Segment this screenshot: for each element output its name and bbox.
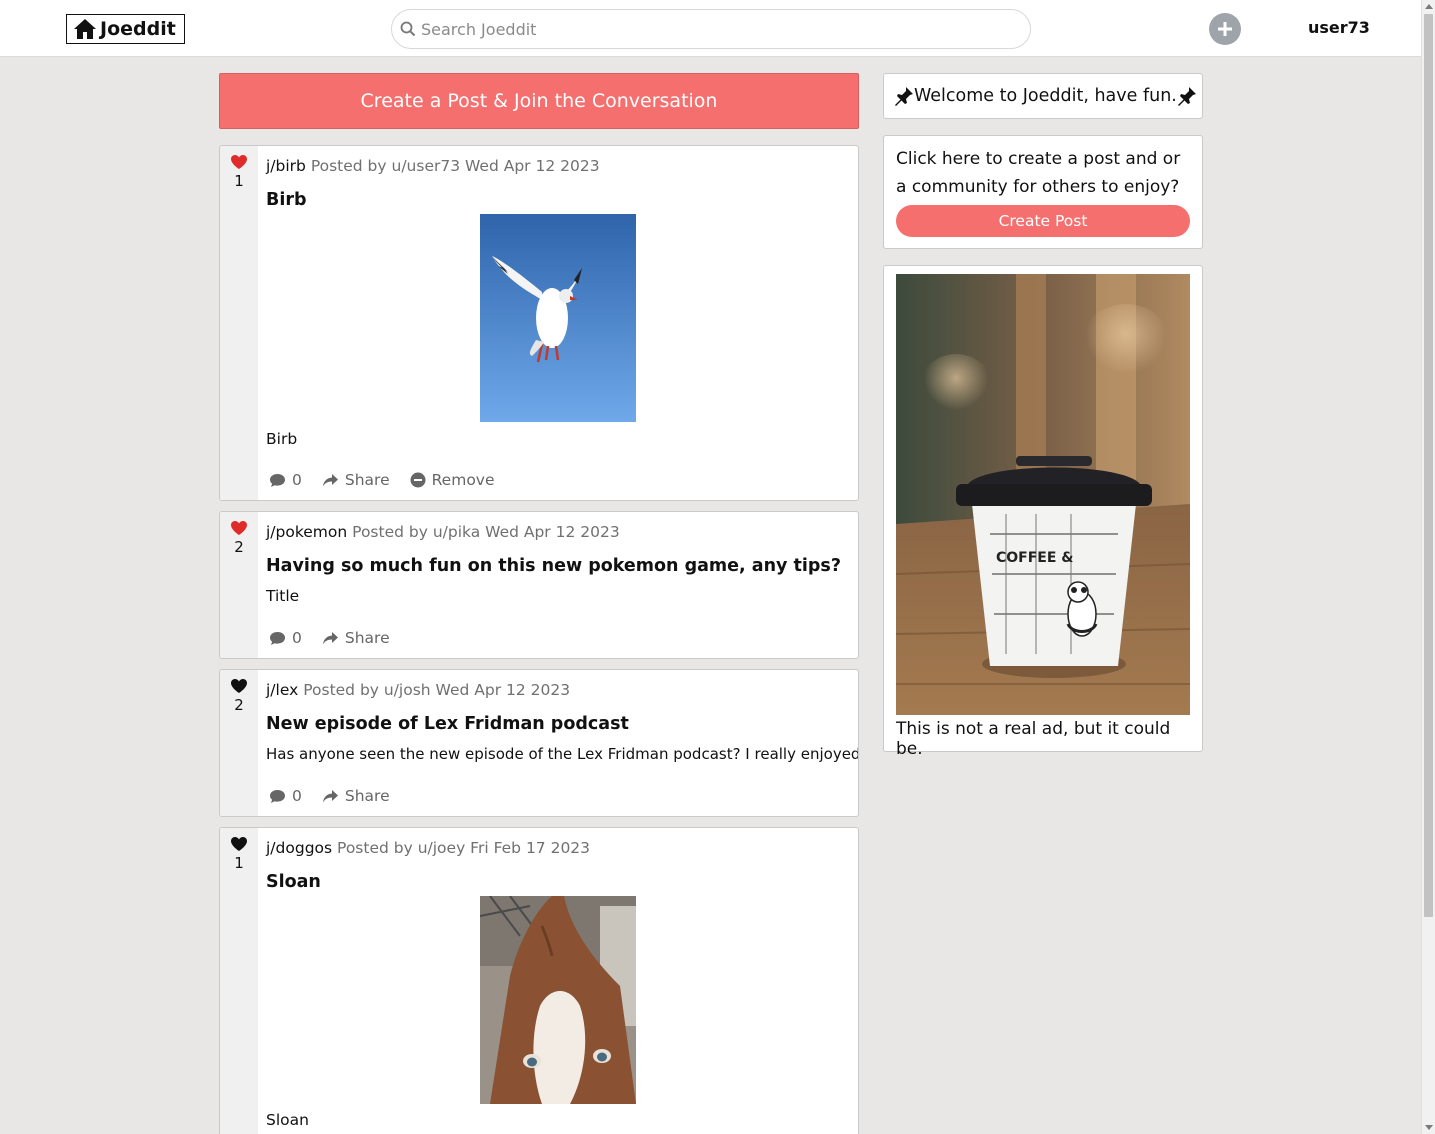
share-button[interactable]: Share <box>322 787 390 805</box>
search-icon <box>400 21 416 37</box>
heart-icon[interactable] <box>230 836 248 852</box>
vote-column: 2 <box>220 670 258 816</box>
comment-icon <box>270 473 285 487</box>
community-link[interactable]: j/birb <box>266 157 306 175</box>
vote-count: 1 <box>234 854 244 872</box>
share-label: Share <box>344 471 390 489</box>
post-meta: j/doggos Posted by u/joey Fri Feb 17 202… <box>266 839 590 857</box>
welcome-text: Welcome to Joeddit, have fun. <box>914 86 1177 106</box>
post-image-dog[interactable] <box>480 896 636 1104</box>
plus-icon <box>1218 22 1232 36</box>
remove-label: Remove <box>431 471 495 489</box>
search-input[interactable] <box>421 19 1011 39</box>
heart-icon[interactable] <box>230 154 248 170</box>
share-icon <box>322 631 338 644</box>
post-card: 2 j/pokemon Posted by u/pika Wed Apr 12 … <box>219 511 859 659</box>
vote-column: 1 <box>220 146 258 500</box>
share-icon <box>322 789 338 802</box>
posted-by: Posted by u/josh Wed Apr 12 2023 <box>303 681 571 699</box>
home-icon <box>74 19 96 39</box>
community-link[interactable]: j/pokemon <box>266 523 347 541</box>
ad-cup-text: COFFEE & <box>996 550 1074 566</box>
post-card: 1 j/doggos Posted by u/joey Fri Feb 17 2… <box>219 827 859 1134</box>
home-logo-link[interactable]: Joeddit <box>66 14 185 44</box>
vote-count: 2 <box>234 696 244 714</box>
ad-image-coffee[interactable]: COFFEE & <box>896 274 1190 715</box>
user-menu[interactable]: user73 <box>1308 18 1370 37</box>
post-card: 1 j/birb Posted by u/user73 Wed Apr 12 2… <box>219 145 859 501</box>
post-title[interactable]: Birb <box>266 190 307 210</box>
post-meta: j/pokemon Posted by u/pika Wed Apr 12 20… <box>266 523 620 541</box>
pin-icon <box>1177 87 1196 106</box>
heart-icon[interactable] <box>230 678 248 694</box>
post-title[interactable]: New episode of Lex Fridman podcast <box>266 714 629 734</box>
scroll-up-arrow-icon[interactable] <box>1425 4 1433 9</box>
ad-caption: This is not a real ad, but it could be. <box>896 719 1171 759</box>
create-post-box: Click here to create a post and or a com… <box>883 135 1203 249</box>
comments-button[interactable]: 0 <box>269 471 302 489</box>
heart-icon[interactable] <box>230 520 248 536</box>
comment-icon <box>270 789 285 803</box>
comment-count: 0 <box>292 629 302 647</box>
comment-count: 0 <box>292 471 302 489</box>
cta-text: Click here to create a post and or a com… <box>896 149 1181 197</box>
post-title[interactable]: Sloan <box>266 872 321 892</box>
remove-button[interactable]: Remove <box>410 471 495 489</box>
comments-button[interactable]: 0 <box>269 629 302 647</box>
comment-icon <box>270 631 285 645</box>
share-label: Share <box>344 787 390 805</box>
post-card: 2 j/lex Posted by u/josh Wed Apr 12 2023… <box>219 669 859 817</box>
search-bar[interactable] <box>391 9 1031 49</box>
share-label: Share <box>344 629 390 647</box>
vote-column: 2 <box>220 512 258 658</box>
comments-button[interactable]: 0 <box>269 787 302 805</box>
post-text: Has anyone seen the new episode of the L… <box>266 745 859 763</box>
welcome-box: Welcome to Joeddit, have fun. <box>883 73 1203 119</box>
post-actions: 0 Share <box>269 787 410 805</box>
post-meta: j/birb Posted by u/user73 Wed Apr 12 202… <box>266 157 600 175</box>
scrollbar[interactable] <box>1421 0 1435 1134</box>
community-link[interactable]: j/lex <box>266 681 298 699</box>
create-post-banner-button[interactable]: Create a Post & Join the Conversation <box>219 73 859 129</box>
vote-count: 2 <box>234 538 244 556</box>
post-actions: 0 Share <box>269 629 410 647</box>
scroll-thumb[interactable] <box>1424 14 1433 917</box>
community-link[interactable]: j/doggos <box>266 839 332 857</box>
post-text: Birb <box>266 430 298 448</box>
post-meta: j/lex Posted by u/josh Wed Apr 12 2023 <box>266 681 570 699</box>
post-image-bird[interactable] <box>480 214 636 422</box>
pin-icon <box>895 87 913 106</box>
create-plus-button[interactable] <box>1209 13 1241 45</box>
post-actions: 0 Share Remove <box>269 471 515 489</box>
comment-count: 0 <box>292 787 302 805</box>
posted-by: Posted by u/user73 Wed Apr 12 2023 <box>310 157 600 175</box>
post-text: Title <box>266 587 300 605</box>
logo-text: Joeddit <box>100 18 176 40</box>
vote-count: 1 <box>234 172 244 190</box>
share-button[interactable]: Share <box>322 629 390 647</box>
vote-column: 1 <box>220 828 258 1134</box>
posted-by: Posted by u/pika Wed Apr 12 2023 <box>352 523 620 541</box>
post-text: Sloan <box>266 1111 309 1129</box>
share-button[interactable]: Share <box>322 471 390 489</box>
posted-by: Posted by u/joey Fri Feb 17 2023 <box>337 839 591 857</box>
ad-box: COFFEE & This is not a real ad, but it c… <box>883 265 1203 759</box>
scroll-down-arrow-icon[interactable] <box>1425 1125 1433 1130</box>
post-title[interactable]: Having so much fun on this new pokemon g… <box>266 556 841 576</box>
remove-icon <box>410 472 426 488</box>
share-icon <box>322 473 338 486</box>
top-nav: Joeddit user73 <box>0 0 1421 57</box>
create-post-button[interactable]: Create Post <box>896 205 1190 237</box>
